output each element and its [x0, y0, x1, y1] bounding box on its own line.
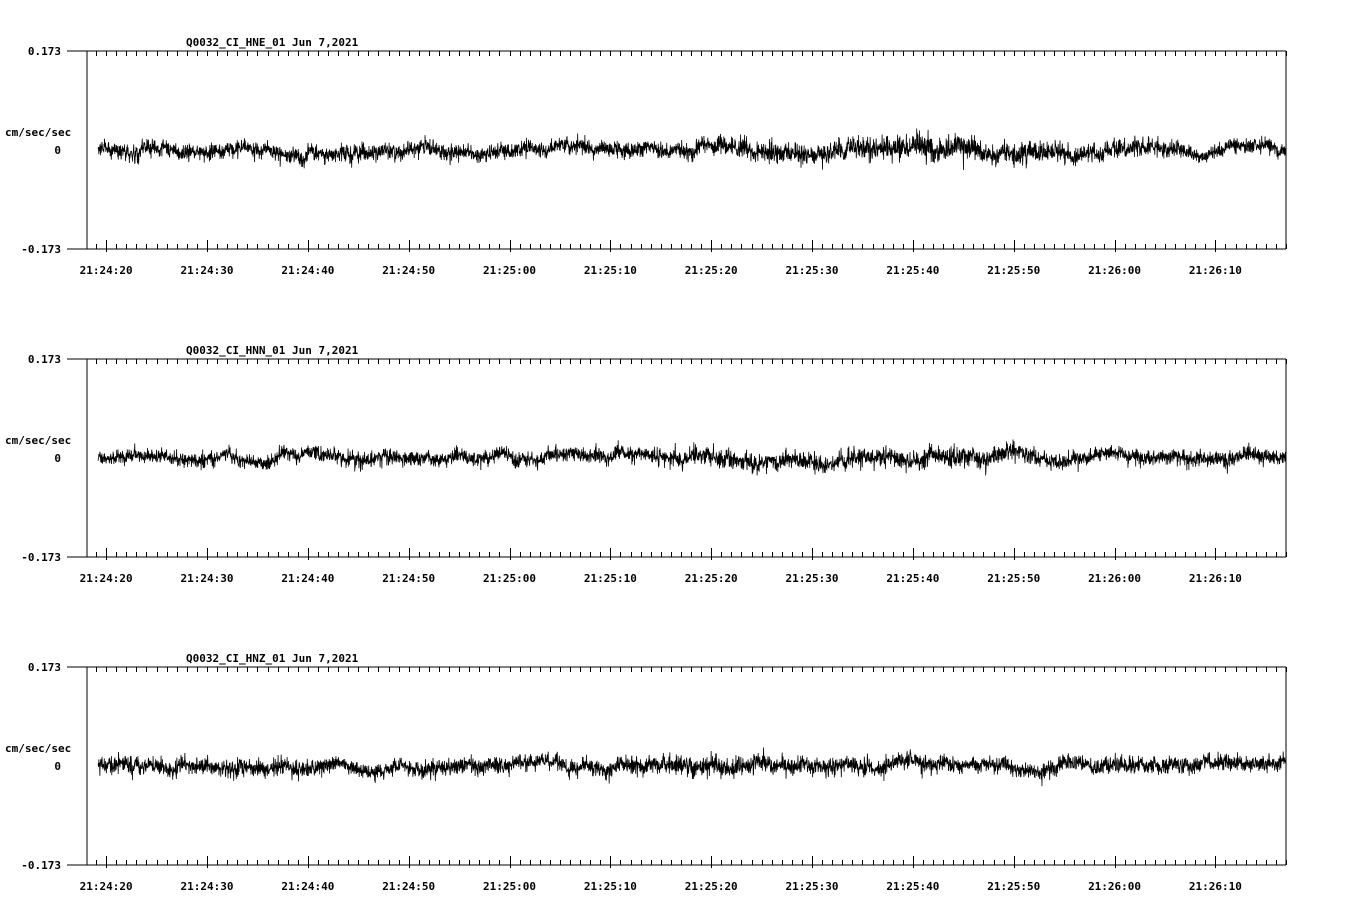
x-tick-label: 21:24:50: [382, 880, 435, 893]
waveform-trace: [97, 128, 1287, 170]
x-tick-label: 21:26:10: [1189, 264, 1242, 277]
seismogram-figure: Q0032_CI_HNE_01 Jun 7,2021 cm/sec/sec 0.17…: [5, 36, 1287, 893]
x-tick-label: 21:24:50: [382, 264, 435, 277]
x-tick-label: 21:25:20: [685, 264, 738, 277]
y-tick-label: 0.173: [28, 661, 61, 674]
panel-title: Q0032_CI_HNZ_01 Jun 7,2021: [186, 652, 359, 665]
x-tick-label: 21:24:40: [281, 572, 334, 585]
seismogram-panel: Q0032_CI_HNZ_01 Jun 7,2021 cm/sec/sec 0.17…: [5, 652, 1287, 893]
x-tick-label: 21:26:00: [1088, 880, 1141, 893]
x-tick-label: 21:26:00: [1088, 264, 1141, 277]
y-tick-label: 0: [54, 760, 61, 773]
x-tick-label: 21:25:00: [483, 572, 536, 585]
x-tick-label: 21:25:40: [886, 264, 939, 277]
x-tick-label: 21:24:20: [80, 880, 133, 893]
seismogram-panel: Q0032_CI_HNN_01 Jun 7,2021 cm/sec/sec 0.17…: [5, 344, 1287, 585]
x-tick-label: 21:25:50: [987, 880, 1040, 893]
y-tick-label: -0.173: [21, 859, 61, 872]
y-axis-label: cm/sec/sec: [5, 742, 71, 755]
x-tick-label: 21:24:40: [281, 880, 334, 893]
x-tick-label: 21:26:00: [1088, 572, 1141, 585]
y-tick-label: -0.173: [21, 551, 61, 564]
x-tick-label: 21:25:00: [483, 264, 536, 277]
y-axis-label: cm/sec/sec: [5, 126, 71, 139]
y-tick-label: 0.173: [28, 353, 61, 366]
y-tick-label: 0.173: [28, 45, 61, 58]
x-tick-label: 21:25:10: [584, 264, 637, 277]
x-tick-label: 21:25:20: [685, 880, 738, 893]
panel-title: Q0032_CI_HNE_01 Jun 7,2021: [186, 36, 359, 49]
x-tick-label: 21:25:00: [483, 880, 536, 893]
y-tick-label: 0: [54, 144, 61, 157]
x-tick-label: 21:26:10: [1189, 880, 1242, 893]
x-tick-label: 21:26:10: [1189, 572, 1242, 585]
x-tick-label: 21:25:30: [786, 572, 839, 585]
x-tick-label: 21:24:50: [382, 572, 435, 585]
x-tick-label: 21:25:40: [886, 880, 939, 893]
x-tick-label: 21:24:30: [181, 880, 234, 893]
waveform-trace: [97, 439, 1287, 476]
x-tick-label: 21:25:50: [987, 264, 1040, 277]
x-tick-label: 21:24:30: [181, 572, 234, 585]
x-tick-label: 21:25:50: [987, 572, 1040, 585]
x-tick-label: 21:25:30: [786, 264, 839, 277]
seismogram-panel: Q0032_CI_HNE_01 Jun 7,2021 cm/sec/sec 0.17…: [5, 36, 1287, 277]
x-tick-label: 21:25:20: [685, 572, 738, 585]
x-tick-label: 21:24:20: [80, 572, 133, 585]
x-tick-label: 21:25:30: [786, 880, 839, 893]
y-tick-label: -0.173: [21, 243, 61, 256]
x-tick-label: 21:24:30: [181, 264, 234, 277]
waveform-trace: [97, 747, 1287, 787]
x-tick-label: 21:24:20: [80, 264, 133, 277]
y-axis-label: cm/sec/sec: [5, 434, 71, 447]
x-tick-label: 21:25:10: [584, 572, 637, 585]
x-tick-label: 21:25:40: [886, 572, 939, 585]
x-tick-label: 21:24:40: [281, 264, 334, 277]
x-tick-label: 21:25:10: [584, 880, 637, 893]
y-tick-label: 0: [54, 452, 61, 465]
panel-title: Q0032_CI_HNN_01 Jun 7,2021: [186, 344, 359, 357]
